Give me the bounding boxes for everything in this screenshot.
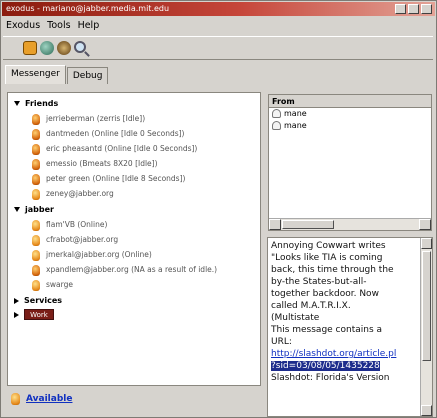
message-footer: Slashdot: Florida's Version (271, 373, 390, 383)
message-link[interactable]: http://slashdot.org/article.pl (271, 349, 396, 359)
roster-list: Friends jerrieberman (zerris [Idle]) dan… (7, 92, 261, 386)
tab-messenger[interactable]: Messenger (5, 65, 66, 84)
list-item[interactable]: mane (269, 120, 431, 132)
group-jabber[interactable]: jabber (14, 203, 54, 216)
person-icon (272, 109, 281, 118)
status-bulb-icon (32, 143, 40, 155)
collapse-arrow-icon[interactable] (14, 311, 19, 318)
contacts-icon[interactable] (23, 41, 37, 55)
group-friends[interactable]: Friends (14, 97, 58, 110)
list-item[interactable]: swarge (32, 278, 73, 291)
list-item[interactable]: flam'VB (Online) (32, 218, 107, 231)
contact-label: jmerkal@jabber.org (Online) (46, 250, 152, 259)
list-item[interactable]: jmerkal@jabber.org (Online) (32, 248, 152, 261)
contact-label: jerrieberman (zerris [Idle]) (46, 114, 146, 123)
contact-label: swarge (46, 280, 73, 289)
list-item[interactable]: jerrieberman (zerris [Idle]) (32, 112, 145, 125)
list-item[interactable]: peter green (Online [Idle 8 Seconds]) (32, 172, 185, 185)
status-bulb-icon (32, 234, 40, 246)
status-bulb-icon (32, 219, 40, 231)
group-badge: Work (24, 309, 54, 320)
horizontal-scrollbar[interactable] (269, 218, 431, 230)
status-bulb-icon (32, 264, 40, 276)
status-bulb-icon (32, 249, 40, 261)
status-bulb-icon (32, 113, 40, 125)
scroll-right-button[interactable] (419, 219, 431, 230)
contact-label: peter green (Online [Idle 8 Seconds]) (46, 174, 186, 183)
contact-label: cfrabot@jabber.org (46, 235, 119, 244)
status-bulb-icon (32, 279, 40, 291)
message-body: Annoying Cowwart writes "Looks like TIA … (271, 240, 417, 384)
app-window: exodus - mariano@jabber.media.mit.edu Ex… (0, 0, 437, 418)
list-item[interactable]: zeney@jabber.org (32, 187, 114, 200)
menu-exodus[interactable]: Exodus (6, 18, 40, 34)
scroll-thumb[interactable] (422, 251, 431, 361)
column-header-from[interactable]: From (269, 95, 431, 108)
tab-debug[interactable]: Debug (66, 67, 109, 84)
menu-bar: Exodus Tools Help (3, 18, 99, 34)
message-link-selected[interactable]: ?sid=03/08/05/1435228 (271, 361, 380, 371)
scroll-thumb[interactable] (282, 220, 334, 229)
list-item[interactable]: emessio (Bmeats 8X20 [Idle]) (32, 157, 158, 170)
message-queue-panel: From mane mane (268, 94, 432, 231)
menu-tools[interactable]: Tools (47, 18, 70, 34)
scroll-left-button[interactable] (269, 219, 281, 230)
contact-label: emessio (Bmeats 8X20 [Idle]) (46, 159, 158, 168)
list-item[interactable]: xpandlem@jabber.org (NA as a result of i… (32, 263, 217, 276)
maximize-button[interactable] (408, 4, 419, 14)
vertical-scrollbar[interactable] (420, 238, 432, 416)
contact-label: eric pheasantd (Online [Idle 0 Seconds]) (46, 144, 198, 153)
tab-strip: Messenger Debug (5, 65, 109, 85)
presence-status[interactable]: Available (11, 393, 72, 407)
contact-label: dantmeden (Online [Idle 0 Seconds]) (46, 129, 185, 138)
expand-arrow-icon[interactable] (14, 207, 20, 212)
status-label[interactable]: Available (26, 394, 72, 404)
search-icon[interactable] (74, 41, 86, 53)
contact-label: xpandlem@jabber.org (NA as a result of i… (46, 265, 218, 274)
globe-icon[interactable] (40, 41, 54, 55)
status-bulb-icon (32, 158, 40, 170)
title-bar[interactable]: exodus - mariano@jabber.media.mit.edu (2, 2, 435, 16)
contact-label: zeney@jabber.org (46, 189, 114, 198)
status-bulb-icon (32, 188, 40, 200)
list-item[interactable]: eric pheasantd (Online [Idle 0 Seconds]) (32, 142, 197, 155)
scroll-up-button[interactable] (421, 238, 432, 249)
status-bulb-icon (32, 173, 40, 185)
person-icon (272, 121, 281, 130)
group-services[interactable]: Services (14, 294, 62, 307)
status-bulb-icon (32, 128, 40, 140)
scroll-down-button[interactable] (421, 405, 432, 416)
list-item[interactable]: dantmeden (Online [Idle 0 Seconds]) (32, 127, 184, 140)
close-button[interactable] (421, 4, 432, 14)
bear-icon[interactable] (57, 41, 71, 55)
group-work[interactable]: Work (14, 308, 54, 321)
window-controls (395, 4, 432, 14)
message-viewer: Annoying Cowwart writes "Looks like TIA … (267, 237, 433, 417)
minimize-button[interactable] (395, 4, 406, 14)
contact-label: flam'VB (Online) (46, 220, 108, 229)
collapse-arrow-icon[interactable] (14, 297, 19, 304)
toolbar (3, 36, 433, 60)
list-item[interactable]: mane (269, 108, 431, 120)
menu-help[interactable]: Help (78, 18, 100, 34)
window-title: exodus - mariano@jabber.media.mit.edu (6, 4, 170, 13)
expand-arrow-icon[interactable] (14, 101, 20, 106)
list-item[interactable]: cfrabot@jabber.org (32, 233, 118, 246)
status-bulb-icon (11, 393, 20, 405)
